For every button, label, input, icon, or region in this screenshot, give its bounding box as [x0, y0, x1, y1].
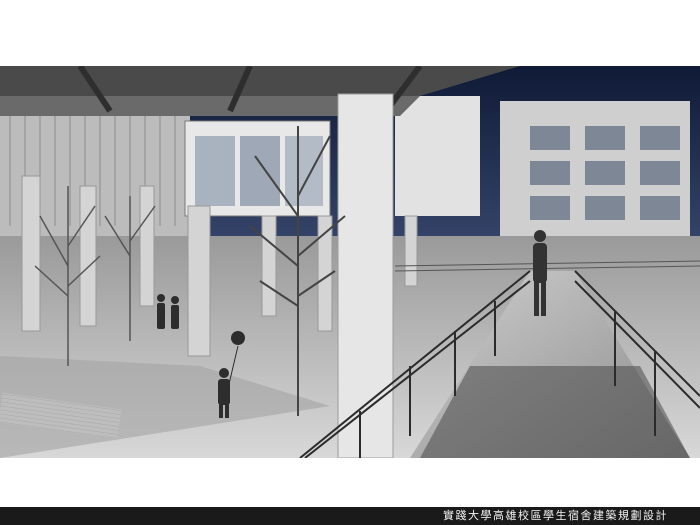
- right-building-windows: [530, 126, 680, 220]
- caption-bar: 實踐大學高雄校區學生宿舍建築規劃設計: [0, 507, 700, 525]
- glass-panel: [285, 136, 323, 206]
- middle-tower: [395, 96, 480, 216]
- architectural-rendering: [0, 66, 700, 458]
- presentation-sheet: 實踐大學高雄校區學生宿舍建築規劃設計: [0, 0, 700, 525]
- glass-panel: [195, 136, 235, 206]
- foreground-column: [337, 93, 394, 458]
- glass-panel: [240, 136, 280, 206]
- project-title: 實踐大學高雄校區學生宿舍建築規劃設計: [443, 509, 668, 522]
